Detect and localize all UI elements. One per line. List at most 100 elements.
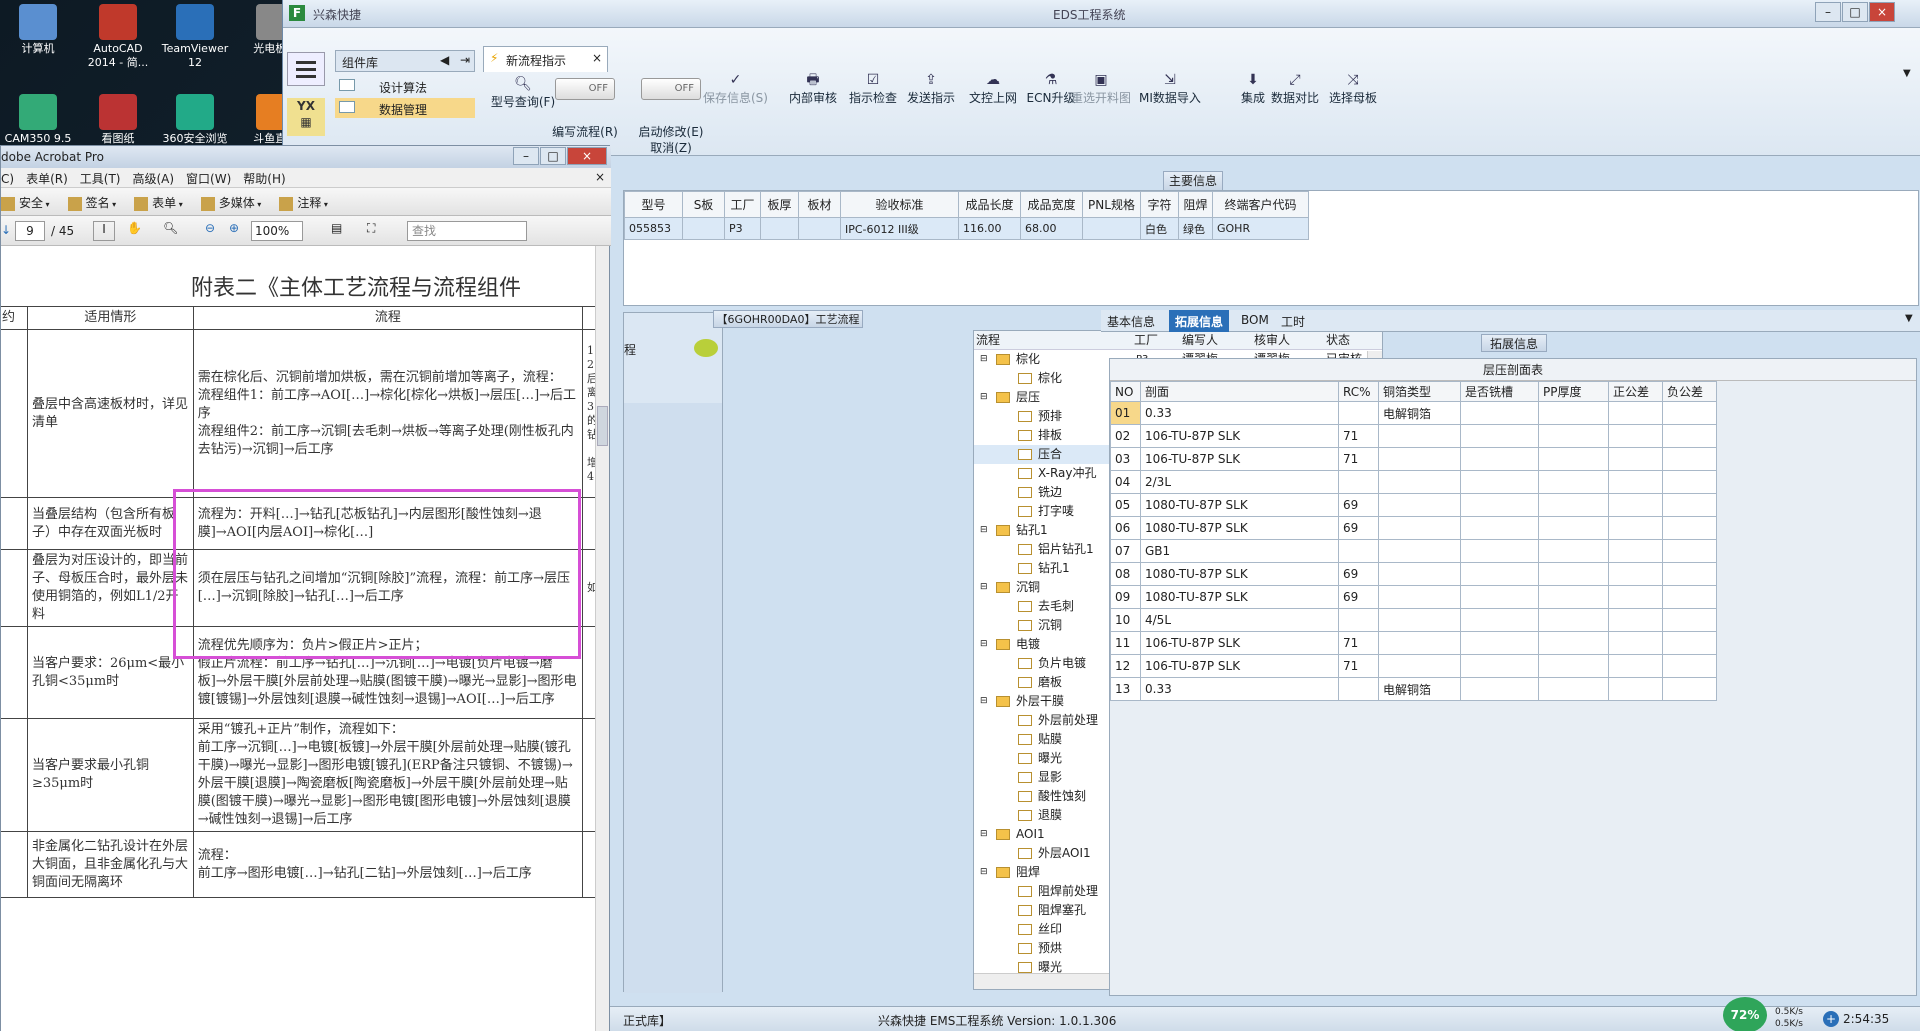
menu-item[interactable]: 工具(T)	[80, 170, 121, 187]
dropdown-icon[interactable]: ▼	[1905, 313, 1913, 324]
close-icon[interactable]: ×	[1869, 2, 1895, 22]
find-input[interactable]: 查找	[407, 221, 527, 241]
maximize-icon[interactable]: □	[540, 147, 566, 165]
zoom-out-icon[interactable]: ⊖	[205, 221, 215, 235]
file-icon	[1018, 791, 1032, 802]
tab-hours[interactable]: 工时	[1281, 313, 1305, 330]
close-tab-icon[interactable]: ×	[592, 51, 602, 65]
collapse-icon[interactable]: ⊟	[980, 635, 988, 654]
layer-cell: 71	[1338, 424, 1379, 448]
toolbar-button[interactable]: 表单 ▾	[134, 194, 183, 211]
table-row[interactable]: 03 106-TU-87P SLK 71	[1110, 447, 1717, 471]
close-icon[interactable]: ×	[567, 147, 607, 165]
collapse-icon[interactable]: ⊟	[980, 521, 988, 540]
chevron-left-icon[interactable]: ◀	[440, 53, 449, 67]
ribbon-button[interactable]: ▣ 重选开料图	[1071, 72, 1131, 106]
comment-icon[interactable]	[694, 339, 718, 357]
menu-item[interactable]: 帮助(H)	[243, 170, 285, 187]
table-row[interactable]: 12 106-TU-87P SLK 71	[1110, 654, 1717, 678]
ribbon-button[interactable]: ⇪ 发送指示	[901, 72, 961, 106]
select-text-icon[interactable]: I	[93, 221, 115, 241]
zoom-in-icon[interactable]: ⊕	[229, 221, 239, 235]
net-percent[interactable]: 72%	[1723, 997, 1767, 1031]
toolbar-button[interactable]: 多媒体 ▾	[200, 194, 261, 211]
write-flow-toggle[interactable]: OFF	[555, 78, 615, 100]
menu-item[interactable]: 高级(A)	[132, 170, 174, 187]
flow-name: 排板	[1038, 428, 1063, 442]
ribbon-button[interactable]: ⤨ 选择母板	[1323, 72, 1383, 106]
main-info-header: PNL规格	[1082, 191, 1141, 218]
table-row[interactable]: 01 0.33 电解铜箔	[1110, 401, 1717, 425]
dropdown-icon[interactable]: ▾	[255, 200, 261, 209]
collapse-icon[interactable]: ⊟	[980, 350, 988, 369]
plus-icon[interactable]: +	[1823, 1011, 1839, 1027]
ribbon-button[interactable]: ☁ 文控上网	[963, 72, 1023, 106]
file-icon	[1018, 734, 1032, 745]
collapse-icon[interactable]: ⊟	[980, 863, 988, 882]
collapse-icon[interactable]: ⊟	[980, 825, 988, 844]
dropdown-icon[interactable]: ▾	[321, 200, 328, 209]
table-row[interactable]: 08 1080-TU-87P SLK 69	[1110, 562, 1717, 586]
fit-width-icon[interactable]: ⛶	[367, 221, 375, 236]
menu-item[interactable]: 窗口(W)	[186, 170, 231, 187]
zoom-icon[interactable]: 🔍︎	[163, 221, 178, 235]
collapse-icon[interactable]: ⊟	[980, 578, 988, 597]
ribbon-button[interactable]: ✓ 保存信息(S)	[703, 72, 768, 106]
toolbar-button[interactable]: 注释 ▾	[279, 194, 328, 211]
tab-basic-info[interactable]: 基本信息	[1107, 313, 1155, 330]
ribbon-button[interactable]: ☑ 指示检查	[843, 72, 903, 106]
pin-icon[interactable]: ⇥	[460, 53, 470, 67]
layer-cell: 02	[1110, 424, 1141, 448]
hand-icon[interactable]: ✋	[127, 221, 142, 235]
sidebar-item-data[interactable]: 数据管理	[335, 98, 475, 118]
desktop-icon[interactable]: 360安全浏览	[157, 90, 233, 146]
model-lookup-button[interactable]: 🔍︎ 型号查询(F)	[485, 76, 561, 110]
desktop-icon[interactable]: 计算机	[0, 0, 76, 56]
zoom-select[interactable]: 100%	[251, 221, 303, 241]
table-row[interactable]: 10 4/5L	[1110, 608, 1717, 632]
table-row[interactable]: 04 2/3L	[1110, 470, 1717, 494]
table-row[interactable]: 11 106-TU-87P SLK 71	[1110, 631, 1717, 655]
page-input[interactable]: 9	[15, 221, 45, 241]
maximize-icon[interactable]: □	[1842, 2, 1868, 22]
table-row[interactable]: 02 106-TU-87P SLK 71	[1110, 424, 1717, 448]
desktop-icon[interactable]: 看图纸	[80, 90, 156, 146]
table-row[interactable]: 13 0.33 电解铜箔	[1110, 677, 1717, 701]
close-doc-icon[interactable]: ×	[595, 170, 605, 184]
acrobat-scrollbar[interactable]	[595, 246, 609, 1031]
dropdown-icon[interactable]: ▾	[176, 200, 183, 209]
page-down-icon[interactable]: ↓	[1, 223, 11, 237]
ribbon-button[interactable]: ⤢ 数据对比	[1265, 72, 1325, 106]
toolbar-button[interactable]: 签名 ▾	[67, 194, 116, 211]
collapse-icon[interactable]: ⊟	[980, 692, 988, 711]
menu-icon[interactable]	[287, 52, 325, 86]
desktop-icon[interactable]: CAM350 9.5	[0, 90, 76, 146]
cancel-label[interactable]: 取消(Z)	[629, 140, 713, 156]
start-change-toggle[interactable]: OFF	[641, 78, 701, 100]
toolbar-button[interactable]: 安全 ▾	[1, 194, 50, 211]
desktop-icon[interactable]: AutoCAD 2014 - 简...	[80, 0, 156, 70]
table-row[interactable]: 06 1080-TU-87P SLK 69	[1110, 516, 1717, 540]
sidebar-item-design[interactable]: 设计算法	[335, 76, 475, 96]
menu-item[interactable]: 表单(R)	[26, 170, 68, 187]
minimize-icon[interactable]: –	[513, 147, 539, 165]
ribbon-button[interactable]: 🖶︎ 内部审核	[783, 72, 843, 106]
ribbon-button[interactable]: ⇲ MI数据导入	[1139, 72, 1201, 106]
table-row[interactable]: 07 GB1	[1110, 539, 1717, 563]
minimize-icon[interactable]: –	[1815, 2, 1841, 22]
collapse-icon[interactable]: ⊟	[980, 388, 988, 407]
table-row[interactable]: 09 1080-TU-87P SLK 69	[1110, 585, 1717, 609]
dropdown-icon[interactable]: ▾	[43, 200, 50, 209]
desktop-icon[interactable]: TeamViewer 12	[157, 0, 233, 70]
menu-item[interactable]: C)	[1, 172, 14, 186]
dropdown-icon[interactable]: ▾	[110, 200, 116, 209]
table-row[interactable]: 055853 P3 IPC-6012 III级 116.00 68.00 白色 绿色 GOHR	[624, 217, 1309, 240]
table-row[interactable]: 05 1080-TU-87P SLK 69	[1110, 493, 1717, 517]
tab-ext-info[interactable]: 拓展信息	[1169, 310, 1230, 332]
fit-page-icon[interactable]: ▤	[331, 221, 342, 235]
tab-new-flow[interactable]: ⚡ 新流程指示 ×	[483, 46, 608, 72]
flow-name: 预烘	[1038, 941, 1063, 955]
ribbon-collapse-icon[interactable]: ▼	[1903, 68, 1911, 79]
layer-cell	[1460, 447, 1539, 471]
tab-bom[interactable]: BOM	[1241, 313, 1269, 327]
